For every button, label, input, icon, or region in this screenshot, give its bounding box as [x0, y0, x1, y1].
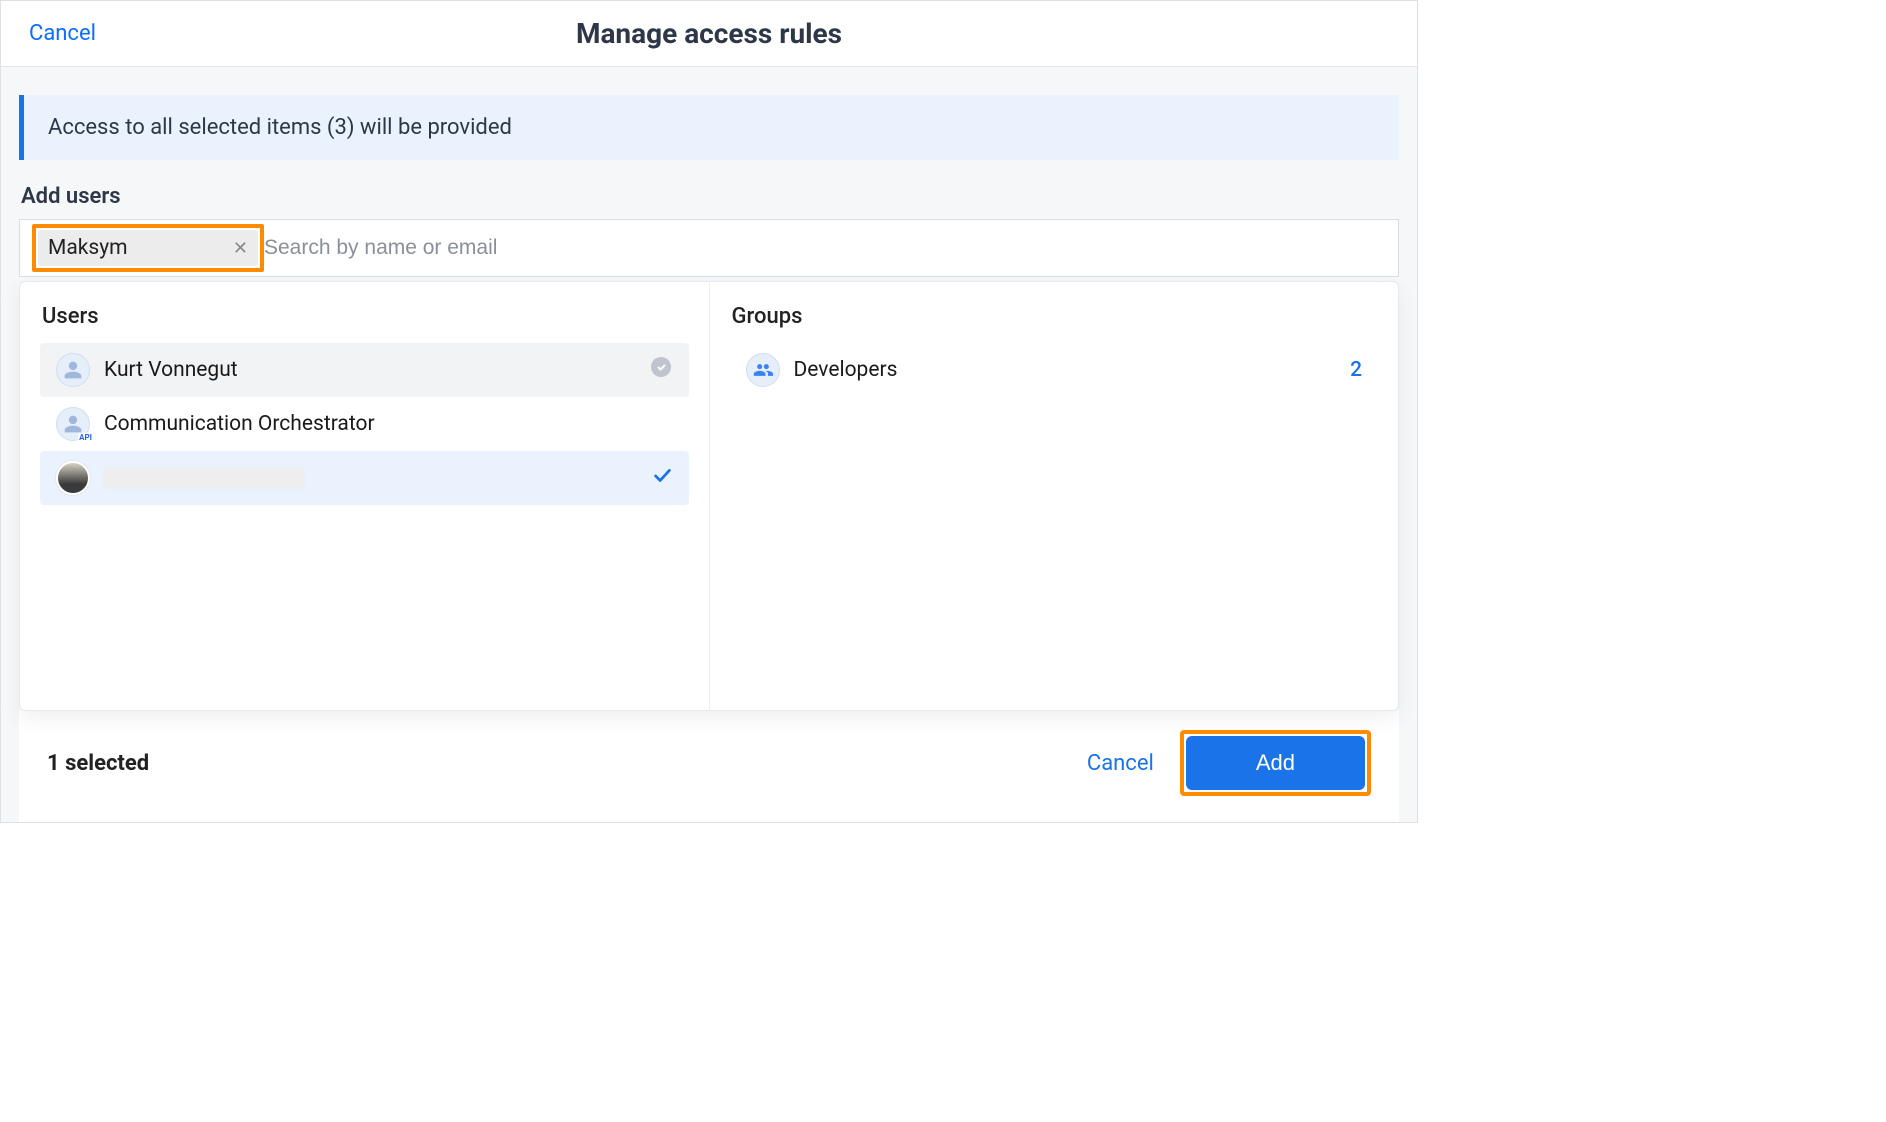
manage-access-rules-dialog: Cancel Manage access rules Access to all…	[0, 0, 1418, 823]
info-banner: Access to all selected items (3) will be…	[19, 95, 1399, 160]
add-button[interactable]: Add	[1186, 736, 1365, 790]
user-name: Communication Orchestrator	[104, 412, 375, 436]
group-member-count: 2	[1350, 358, 1362, 382]
avatar-photo-icon	[56, 461, 90, 495]
user-row[interactable]: API Communication Orchestrator	[40, 397, 689, 451]
users-column: Users Kurt Vonnegut	[20, 282, 709, 710]
footer-cancel-button[interactable]: Cancel	[1087, 751, 1154, 776]
results-panel: Users Kurt Vonnegut	[19, 281, 1399, 711]
group-name: Developers	[794, 358, 898, 382]
user-row[interactable]: Kurt Vonnegut	[40, 343, 689, 397]
chip-remove-icon[interactable]: ✕	[233, 238, 248, 259]
check-icon	[651, 464, 673, 492]
user-row[interactable]	[40, 451, 689, 505]
add-users-search-row[interactable]: Maksym ✕	[19, 219, 1399, 277]
dialog-footer: 1 selected Cancel Add	[19, 707, 1399, 822]
users-heading: Users	[40, 304, 689, 329]
cancel-button[interactable]: Cancel	[29, 21, 96, 46]
search-input[interactable]	[264, 236, 1398, 260]
avatar-api-icon: API	[56, 407, 90, 441]
selected-user-chip[interactable]: Maksym ✕	[38, 230, 258, 266]
groups-column: Groups Developers 2	[709, 282, 1399, 710]
users-list: Kurt Vonnegut API Communication Orchestr…	[40, 343, 689, 505]
dialog-title: Manage access rules	[1, 17, 1417, 50]
groups-heading: Groups	[730, 304, 1379, 329]
user-name: Kurt Vonnegut	[104, 358, 238, 382]
check-circle-icon	[649, 355, 673, 385]
avatar-silhouette-icon	[56, 353, 90, 387]
group-row[interactable]: Developers 2	[730, 343, 1379, 397]
add-users-label: Add users	[21, 184, 1399, 209]
chip-label: Maksym	[48, 236, 128, 260]
selected-count: 1 selected	[47, 751, 149, 776]
groups-list: Developers 2	[730, 343, 1379, 397]
user-name-redacted	[104, 467, 304, 489]
dialog-body: Access to all selected items (3) will be…	[1, 67, 1417, 822]
group-icon	[746, 353, 780, 387]
dialog-header: Cancel Manage access rules	[1, 1, 1417, 67]
